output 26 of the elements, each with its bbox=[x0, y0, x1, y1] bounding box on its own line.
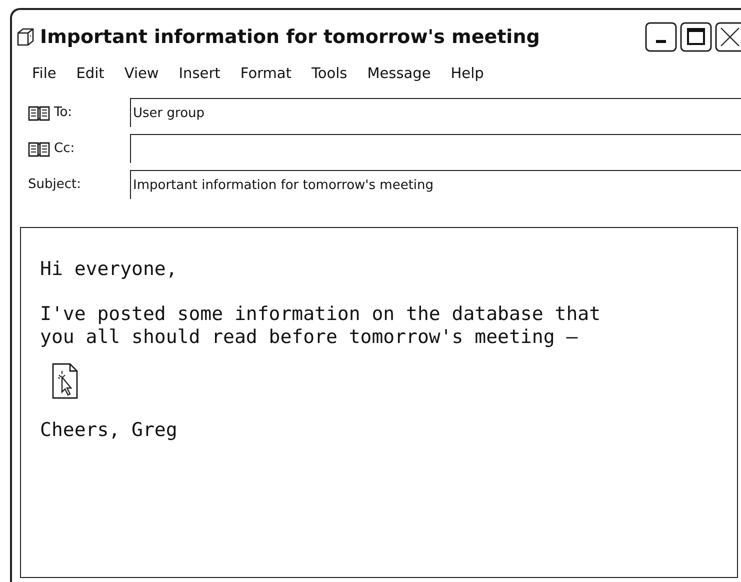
close-button[interactable] bbox=[715, 22, 741, 52]
menu-item[interactable]: Help bbox=[440, 66, 494, 82]
address-book-icon[interactable] bbox=[28, 140, 50, 156]
menu-item[interactable]: Tools bbox=[301, 66, 358, 82]
menu-item[interactable]: Format bbox=[230, 66, 302, 82]
window-title: Important information for tomorrow's meeting bbox=[40, 26, 541, 48]
field-label: Subject: bbox=[28, 177, 81, 192]
message-body[interactable]: Hi everyone, I've posted some information on the database that you all should read before tomorrow's meeting – Cheers, Greg bbox=[20, 227, 738, 578]
input-field[interactable]: User group bbox=[130, 98, 741, 127]
menu-item[interactable]: Insert bbox=[168, 66, 230, 82]
menu-item[interactable]: View bbox=[114, 66, 169, 82]
input-field[interactable]: Important information for tomorrow's meeting bbox=[130, 170, 741, 199]
field-label: To: bbox=[54, 105, 72, 120]
document-link-icon[interactable] bbox=[52, 363, 78, 399]
menu-item[interactable]: Edit bbox=[66, 66, 114, 82]
menu-item[interactable]: File bbox=[22, 66, 66, 82]
address-book-icon[interactable] bbox=[28, 104, 50, 120]
signature-text: Cheers, Greg bbox=[40, 419, 178, 442]
minimize-button[interactable] bbox=[645, 22, 677, 52]
message-window-icon bbox=[16, 27, 36, 47]
greeting-text: Hi everyone, bbox=[40, 258, 178, 281]
field-label: Cc: bbox=[54, 141, 75, 156]
maximize-button[interactable] bbox=[680, 22, 712, 52]
menu-item[interactable]: Message bbox=[357, 66, 441, 82]
input-field[interactable] bbox=[130, 134, 741, 163]
message-paragraph: I've posted some information on the database that you all should read before tomorrow's meeting – bbox=[40, 303, 602, 349]
